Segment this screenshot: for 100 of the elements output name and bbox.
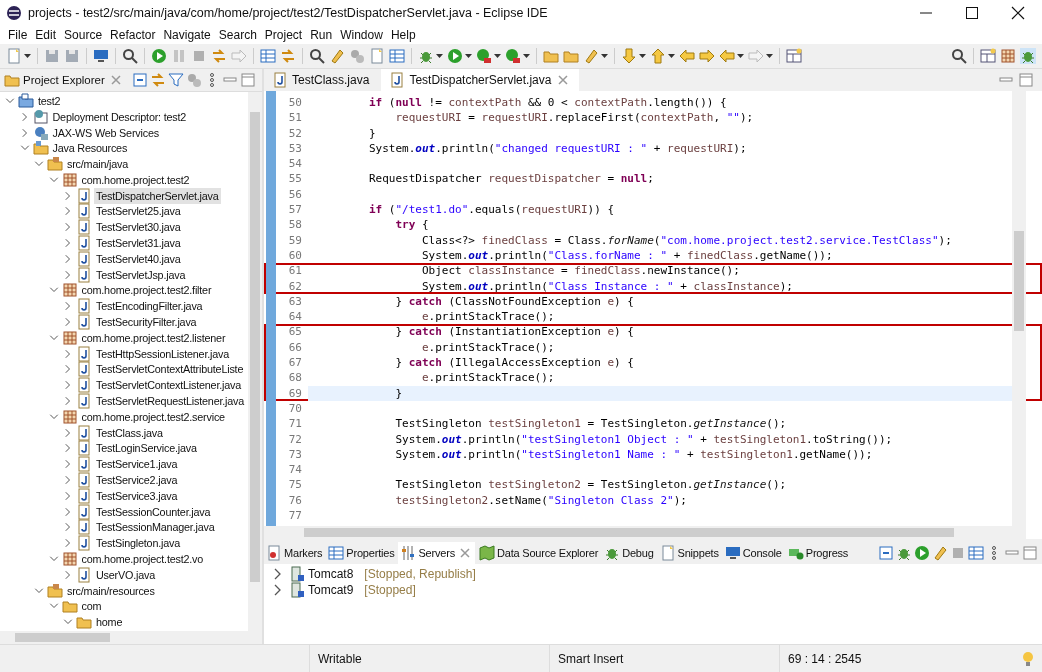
code-line: requestURI = requestURI.replaceFirst(contextPath, ""); bbox=[394, 110, 755, 126]
editor-tab[interactable]: TestDispatcherServlet.java bbox=[381, 69, 580, 91]
line-number: 66 bbox=[287, 339, 303, 356]
code-line: System.out.println("Class.forName : " + finedClass.getName()); bbox=[420, 247, 834, 264]
line-number: 74 bbox=[287, 462, 303, 478]
status-text: Writable bbox=[310, 645, 550, 672]
tree-item[interactable]: TestServlet31.java bbox=[94, 235, 183, 252]
tree-item[interactable]: TestServlet25.java bbox=[94, 203, 183, 220]
code-line: e.printStackTrace(); bbox=[420, 370, 556, 386]
line-number: 60 bbox=[287, 247, 303, 264]
window-title: projects - test2/src/main/java/com/home/project/test2/TestDispatcherServlet.java - Eclipse IDE bbox=[28, 6, 549, 20]
tree-item[interactable]: TestService3.java bbox=[94, 487, 180, 504]
tree-item[interactable]: src/main/resources bbox=[65, 582, 157, 599]
tree-item[interactable]: test2 bbox=[36, 92, 63, 109]
status-text: 69 : 14 : 2545 bbox=[787, 650, 863, 668]
line-number: 52 bbox=[287, 125, 303, 141]
tree-item[interactable]: home bbox=[94, 614, 125, 631]
line-number: 53 bbox=[287, 140, 303, 157]
view-tab[interactable]: Properties bbox=[326, 542, 397, 564]
tree-item[interactable]: com.home.project.test2.service bbox=[79, 408, 227, 425]
menu-item[interactable]: Run bbox=[306, 28, 337, 42]
code-line: TestSingleton testSingleton1 = TestSingleton.getInstance(); bbox=[394, 416, 788, 432]
menu-item[interactable]: Refactor bbox=[106, 28, 160, 42]
tree-item[interactable]: UserVO.java bbox=[94, 566, 157, 583]
code-line: RequestDispatcher requestDispatcher = null; bbox=[367, 171, 655, 187]
line-number: 72 bbox=[287, 431, 303, 447]
line-number: 61 bbox=[287, 263, 303, 279]
tree-item[interactable]: TestServletContextAttributeListe bbox=[94, 361, 246, 378]
menu-item[interactable]: Source bbox=[60, 28, 107, 42]
line-number: 55 bbox=[287, 171, 303, 187]
code-line: } bbox=[367, 125, 377, 141]
line-number: 71 bbox=[287, 416, 303, 432]
line-number: 59 bbox=[287, 232, 303, 248]
line-number: 56 bbox=[287, 186, 303, 203]
line-number: 76 bbox=[287, 492, 303, 508]
view-tab[interactable]: Data Source Explorer bbox=[476, 542, 601, 564]
tree-item[interactable]: com bbox=[79, 598, 104, 615]
line-number: 63 bbox=[287, 293, 303, 310]
view-tab[interactable]: Progress bbox=[785, 542, 851, 564]
view-tab[interactable]: Servers bbox=[398, 542, 475, 564]
editor-tab[interactable]: TestClass.java bbox=[264, 69, 378, 91]
tree-item[interactable]: com.home.project.test2.listener bbox=[79, 329, 228, 346]
view-tab[interactable]: Markers bbox=[264, 542, 325, 564]
tree-item[interactable]: JAX-WS Web Services bbox=[50, 124, 161, 141]
view-tab[interactable]: Debug bbox=[602, 542, 656, 564]
code-line: if ("/test1.do".equals(requestURI)) { bbox=[367, 202, 616, 218]
line-number: 62 bbox=[287, 278, 303, 294]
tree-item[interactable]: com.home.project.test2.vo bbox=[79, 551, 206, 567]
menu-item[interactable]: File bbox=[4, 28, 32, 42]
server-name[interactable]: Tomcat9 bbox=[308, 583, 354, 597]
tree-item[interactable]: TestService2.java bbox=[94, 472, 180, 489]
tree-item[interactable]: com.home.project.test2 bbox=[79, 171, 192, 188]
tree-item[interactable]: TestEncodingFilter.java bbox=[94, 298, 205, 315]
menu-item[interactable]: Help bbox=[386, 28, 420, 42]
tree-item[interactable]: TestServletRequestListener.java bbox=[94, 393, 247, 410]
tree-item[interactable]: TestLoginService.java bbox=[94, 440, 199, 457]
code-line: if (null != contextPath && 0 < contextPath.length()) { bbox=[367, 95, 728, 111]
tree-item[interactable]: Deployment Descriptor: test2 bbox=[50, 108, 189, 125]
tree-item[interactable]: src/main/java bbox=[65, 156, 130, 173]
code-line: System.out.println("testSingleton1 Object : " + testSingleton1.toString()); bbox=[394, 431, 894, 447]
tree-item[interactable]: TestSessionManager.java bbox=[94, 519, 217, 536]
view-tab[interactable]: Console bbox=[722, 542, 784, 564]
code-line: TestSingleton testSingleton2 = TestSingleton.getInstance(); bbox=[394, 477, 788, 493]
tree-item[interactable]: TestServlet30.java bbox=[94, 219, 183, 236]
menu-item[interactable]: Edit bbox=[31, 28, 61, 42]
code-line: Class<?> finedClass = Class.forName("com.home.project.test2.service.TestClass"); bbox=[420, 232, 953, 248]
code-line: System.out.println("changed requestURI : " + requestURI); bbox=[367, 140, 748, 157]
tree-item[interactable]: TestService1.java bbox=[94, 456, 180, 473]
tree-item[interactable]: TestClass.java bbox=[94, 424, 165, 441]
line-number: 68 bbox=[287, 370, 303, 386]
tree-item[interactable]: TestSingleton.java bbox=[94, 535, 183, 552]
view-tab[interactable]: Snippets bbox=[657, 542, 721, 564]
tree-item[interactable]: com.home.project.test2.filter bbox=[79, 282, 214, 299]
menu-item[interactable]: Navigate bbox=[159, 28, 215, 42]
menu-item[interactable]: Project bbox=[260, 28, 307, 42]
tree-item[interactable]: TestServlet40.java bbox=[94, 250, 183, 267]
line-number: 54 bbox=[287, 156, 303, 172]
code-line: try { bbox=[394, 217, 430, 233]
view-title: Project Explorer bbox=[23, 74, 105, 86]
tree-item[interactable]: TestSecurityFilter.java bbox=[94, 314, 199, 331]
code-line: e.printStackTrace(); bbox=[420, 339, 556, 356]
server-name[interactable]: Tomcat8 bbox=[308, 567, 354, 581]
tree-item[interactable]: TestSessionCounter.java bbox=[94, 503, 213, 520]
tree-item[interactable]: TestDispatcherServlet.java bbox=[94, 187, 221, 204]
tree-item[interactable]: TestServletJsp.java bbox=[94, 266, 188, 283]
line-number: 70 bbox=[287, 400, 303, 417]
tree-item[interactable]: TestHttpSessionListener.java bbox=[94, 345, 232, 362]
line-number: 77 bbox=[287, 508, 303, 524]
code-line: System.out.println("Class Instance : " + classInstance); bbox=[420, 278, 794, 294]
code-line: } catch (InstantiationException e) { bbox=[394, 324, 635, 340]
server-status: [Stopped, Republish] bbox=[364, 567, 476, 581]
line-number: 65 bbox=[287, 324, 303, 340]
line-number: 67 bbox=[287, 355, 303, 371]
code-line: } catch (ClassNotFoundException e) { bbox=[394, 293, 635, 310]
tree-item[interactable]: Java Resources bbox=[50, 140, 130, 157]
line-number: 58 bbox=[287, 217, 303, 233]
code-line: e.printStackTrace(); bbox=[420, 309, 556, 325]
menu-item[interactable]: Window bbox=[336, 28, 387, 42]
menu-item[interactable]: Search bbox=[214, 28, 261, 42]
tree-item[interactable]: TestServletContextListener.java bbox=[94, 377, 244, 394]
